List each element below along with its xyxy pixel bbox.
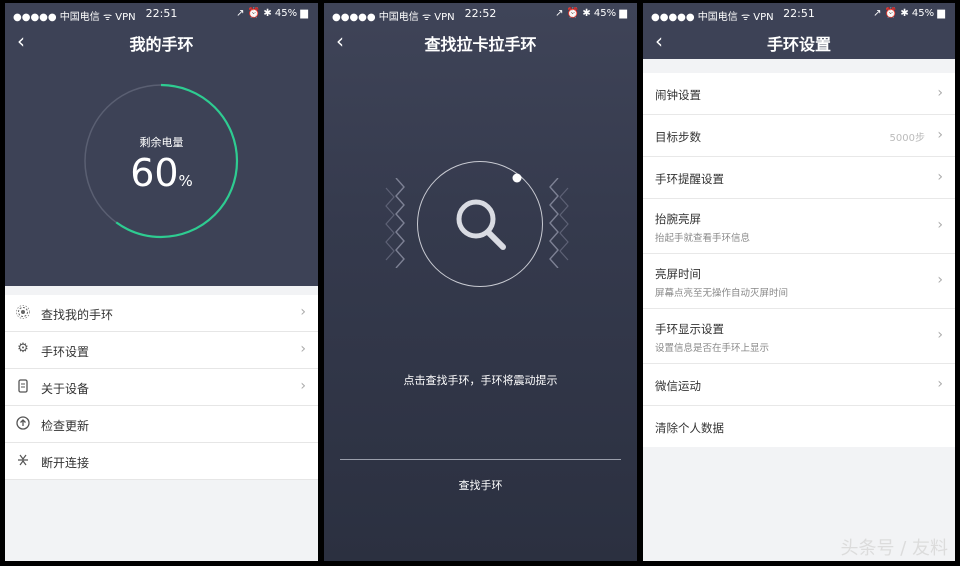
chevron-right-icon: › xyxy=(937,217,943,233)
setting-label: 手环提醒设置 xyxy=(655,172,724,186)
menu-item-label: 关于设备 xyxy=(41,382,90,396)
setting-label: 手环显示设置 xyxy=(655,322,724,336)
update-icon xyxy=(16,416,30,430)
status-bar: ●●●●● 中国电信 ᯤ VPN 22:51 ↗ ⏰ ✱ 45% ▆ xyxy=(5,3,318,23)
find-hint: 点击查找手环，手环将震动提示 xyxy=(403,374,558,387)
radar-icon xyxy=(16,305,30,319)
device-icon xyxy=(16,379,30,393)
setting-label: 清除个人数据 xyxy=(655,421,724,435)
status-icons: ↗ ⏰ ✱ 45% ▆ xyxy=(555,8,627,19)
page-title: 手环设置 xyxy=(766,35,831,54)
menu-item-disconnect[interactable]: 断开连接 xyxy=(5,443,318,480)
watermark: 头条号 / 友料 xyxy=(840,538,948,559)
disconnect-icon xyxy=(16,453,30,467)
menu-item-label: 手环设置 xyxy=(41,345,90,359)
screen-band-settings: ●●●●● 中国电信 ᯤ VPN 22:51 ↗ ⏰ ✱ 45% ▆ ‹ 手环设… xyxy=(643,3,955,561)
setting-label: 抬腕亮屏 xyxy=(655,212,701,226)
chevron-right-icon: › xyxy=(300,378,306,394)
battery-percent: 60 xyxy=(130,151,179,195)
chevron-right-icon: › xyxy=(300,304,306,320)
status-icons: ↗ ⏰ ✱ 45% ▆ xyxy=(236,8,308,19)
setting-step-goal[interactable]: 目标步数 5000步 › xyxy=(643,115,955,157)
chevron-right-icon: › xyxy=(937,376,943,392)
setting-description: 抬起手就查看手环信息 xyxy=(655,233,751,244)
setting-label: 微信运动 xyxy=(655,379,701,393)
nav-bar: ‹ 手环设置 xyxy=(643,23,955,61)
menu-item-check-update[interactable]: 检查更新 xyxy=(5,406,318,443)
setting-screen-time[interactable]: 亮屏时间 屏幕点亮至无操作自动灭屏时间 › xyxy=(643,254,955,309)
setting-display[interactable]: 手环显示设置 设置信息是否在手环上显示 › xyxy=(643,309,955,364)
setting-label: 目标步数 xyxy=(655,130,701,144)
chevron-right-icon: › xyxy=(937,327,943,343)
step-goal-value: 5000步 xyxy=(889,133,925,144)
setting-raise-to-wake[interactable]: 抬腕亮屏 抬起手就查看手环信息 › xyxy=(643,199,955,254)
vibration-left-icon xyxy=(385,178,405,268)
setting-label: 亮屏时间 xyxy=(655,267,701,281)
setting-wechat-sport[interactable]: 微信运动 › xyxy=(643,364,955,406)
menu-item-label: 查找我的手环 xyxy=(41,308,114,322)
battery-value: 60% xyxy=(5,151,318,203)
setting-description: 设置信息是否在手环上显示 xyxy=(655,343,770,354)
nav-bar: ‹ 我的手环 xyxy=(5,23,318,61)
menu-item-band-settings[interactable]: ⚙ 手环设置 › xyxy=(5,332,318,369)
setting-clear-data[interactable]: 清除个人数据 xyxy=(643,406,955,447)
battery-unit: % xyxy=(178,172,193,190)
setting-alarm[interactable]: 闹钟设置 › xyxy=(643,73,955,115)
gear-icon: ⚙ xyxy=(17,341,29,356)
status-bar: ●●●●● 中国电信 ᯤ VPN 22:52 ↗ ⏰ ✱ 45% ▆ xyxy=(324,3,637,23)
setting-reminders[interactable]: 手环提醒设置 › xyxy=(643,157,955,199)
chevron-right-icon: › xyxy=(937,85,943,101)
page-title: 查找拉卡拉手环 xyxy=(424,35,537,54)
menu-item-about-device[interactable]: 关于设备 › xyxy=(5,369,318,406)
page-title: 我的手环 xyxy=(129,35,194,54)
menu-item-label: 检查更新 xyxy=(41,419,90,433)
band-menu: 查找我的手环 › ⚙ 手环设置 › 关于设备 › 检查更新 断开连接 xyxy=(5,295,318,480)
screen-find-band: ●●●●● 中国电信 ᯤ VPN 22:52 ↗ ⏰ ✱ 45% ▆ ‹ 查找拉… xyxy=(324,3,637,561)
setting-description: 屏幕点亮至无操作自动灭屏时间 xyxy=(655,288,789,299)
nav-bar: ‹ 查找拉卡拉手环 xyxy=(324,23,637,61)
status-icons: ↗ ⏰ ✱ 45% ▆ xyxy=(873,8,945,19)
menu-item-find-band[interactable]: 查找我的手环 › xyxy=(5,295,318,332)
chevron-right-icon: › xyxy=(937,127,943,143)
find-band-button[interactable]: 查找手环 xyxy=(340,459,621,504)
vibration-right-icon xyxy=(549,178,569,268)
chevron-right-icon: › xyxy=(937,272,943,288)
battery-label: 剩余电量 xyxy=(139,136,184,149)
status-bar: ●●●●● 中国电信 ᯤ VPN 22:51 ↗ ⏰ ✱ 45% ▆ xyxy=(643,3,955,23)
menu-item-label: 断开连接 xyxy=(41,456,90,470)
setting-label: 闹钟设置 xyxy=(655,88,701,102)
screen-my-band: ●●●●● 中国电信 ᯤ VPN 22:51 ↗ ⏰ ✱ 45% ▆ ‹ 我的手… xyxy=(5,3,318,561)
chevron-right-icon: › xyxy=(300,341,306,357)
find-band-button-label: 查找手环 xyxy=(458,479,503,492)
chevron-right-icon: › xyxy=(937,169,943,185)
settings-list: 闹钟设置 › 目标步数 5000步 › 手环提醒设置 › 抬腕亮屏 抬起手就查看… xyxy=(643,73,955,447)
search-icon[interactable] xyxy=(417,161,543,287)
